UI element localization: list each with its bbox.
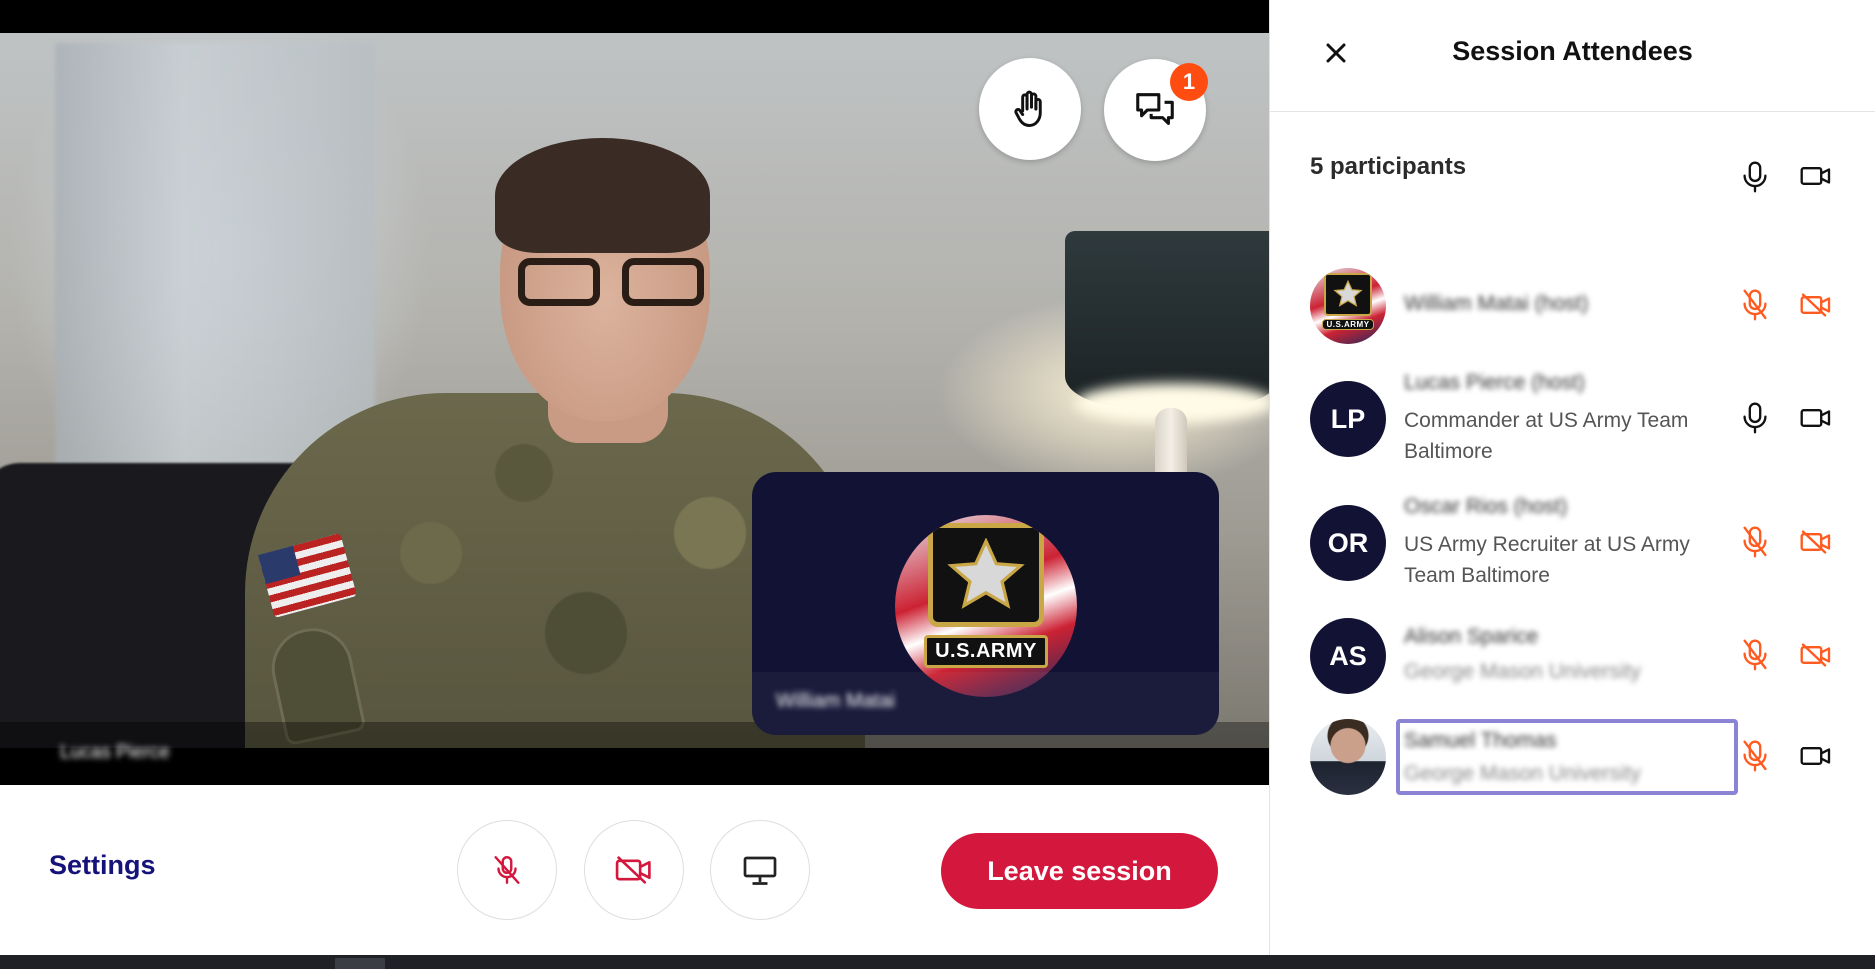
video-camera-off-icon bbox=[1799, 292, 1833, 318]
video-camera-icon bbox=[1799, 163, 1833, 189]
background-wall bbox=[55, 43, 375, 473]
monitor-icon bbox=[742, 853, 778, 887]
video-camera-off-icon bbox=[1799, 529, 1833, 555]
pip-participant-name: William Matai bbox=[776, 690, 895, 712]
attendee-camera-status[interactable] bbox=[1799, 743, 1833, 769]
mute-all-button[interactable] bbox=[1742, 160, 1768, 194]
participant-count: 5 participants bbox=[1310, 153, 1467, 180]
attendee-avatar: OR bbox=[1310, 505, 1386, 581]
video-camera-icon bbox=[1799, 405, 1833, 431]
unread-badge: 1 bbox=[1170, 63, 1208, 101]
attendee-camera-status[interactable] bbox=[1799, 529, 1833, 555]
microphone-icon bbox=[1742, 160, 1768, 194]
participant-hair bbox=[495, 138, 710, 253]
attendee-name: Oscar Rios (host) bbox=[1404, 495, 1568, 518]
video-camera-off-icon bbox=[1799, 642, 1833, 668]
microphone-off-icon bbox=[490, 853, 524, 887]
attendee-mic-status[interactable] bbox=[1742, 525, 1768, 559]
attendee-photo-avatar bbox=[1310, 719, 1386, 795]
panel-header: Session Attendees bbox=[1270, 0, 1875, 112]
attendee-mic-status[interactable] bbox=[1742, 638, 1768, 672]
attendee-subtitle: US Army Recruiter at US Army Team Baltim… bbox=[1404, 533, 1690, 587]
leave-session-button[interactable]: Leave session bbox=[941, 833, 1218, 909]
star-icon bbox=[928, 522, 1044, 628]
self-view-tile: U.S.ARMY William Matai bbox=[752, 472, 1219, 735]
background-lamp bbox=[1065, 231, 1269, 406]
attendee-name: Samuel Thomas bbox=[1404, 729, 1557, 752]
attendee-camera-status[interactable] bbox=[1799, 292, 1833, 318]
video-camera-off-icon bbox=[614, 853, 654, 887]
attendee-camera-status[interactable] bbox=[1799, 642, 1833, 668]
army-wordmark: U.S.ARMY bbox=[1322, 319, 1374, 331]
all-cameras-button[interactable] bbox=[1799, 163, 1833, 189]
microphone-off-icon bbox=[1742, 739, 1768, 773]
attendee-avatar: LP bbox=[1310, 381, 1386, 457]
attendee-subtitle: George Mason University bbox=[1404, 762, 1641, 785]
attendee-mic-status[interactable] bbox=[1742, 401, 1768, 435]
attendee-name: Alison Sparice bbox=[1404, 625, 1539, 648]
microphone-off-icon bbox=[1742, 288, 1768, 322]
army-logo-avatar: U.S.ARMY bbox=[1310, 268, 1386, 344]
share-screen-button[interactable] bbox=[710, 820, 810, 920]
hand-icon bbox=[1008, 87, 1052, 131]
microphone-off-icon bbox=[1742, 525, 1768, 559]
main-participant-name: Lucas Pierce bbox=[60, 742, 170, 763]
microphone-off-icon bbox=[1742, 638, 1768, 672]
attendee-avatar: AS bbox=[1310, 618, 1386, 694]
bottom-scrollbar[interactable] bbox=[0, 955, 1875, 969]
toggle-mic-button[interactable] bbox=[457, 820, 557, 920]
attendee-name: Lucas Pierce (host) bbox=[1404, 371, 1585, 394]
chat-bubbles-icon bbox=[1132, 87, 1178, 133]
settings-link[interactable]: Settings bbox=[49, 850, 156, 881]
attendee-mic-status[interactable] bbox=[1742, 739, 1768, 773]
star-icon bbox=[1323, 272, 1373, 317]
video-camera-icon bbox=[1799, 743, 1833, 769]
panel-title: Session Attendees bbox=[1452, 36, 1693, 66]
attendee-subtitle: George Mason University bbox=[1404, 660, 1641, 683]
chat-button[interactable]: 1 bbox=[1104, 59, 1208, 161]
microphone-icon bbox=[1742, 401, 1768, 435]
raise-hand-button[interactable] bbox=[979, 58, 1081, 160]
attendee-camera-status[interactable] bbox=[1799, 405, 1833, 431]
army-logo-avatar: U.S.ARMY bbox=[895, 515, 1077, 697]
scrollbar-thumb[interactable] bbox=[335, 958, 385, 969]
attendee-subtitle: Commander at US Army Team Baltimore bbox=[1404, 409, 1689, 463]
attendee-mic-status[interactable] bbox=[1742, 288, 1768, 322]
participant-glasses bbox=[518, 258, 718, 308]
attendees-panel: Session Attendees 5 participants U.S.ARM… bbox=[1269, 0, 1875, 955]
toggle-camera-button[interactable] bbox=[584, 820, 684, 920]
video-stage: Lucas Pierce 1 U.S.ARMY William Matai bbox=[0, 0, 1269, 785]
army-wordmark: U.S.ARMY bbox=[924, 634, 1048, 668]
attendee-name: William Matai (host) bbox=[1404, 292, 1589, 315]
